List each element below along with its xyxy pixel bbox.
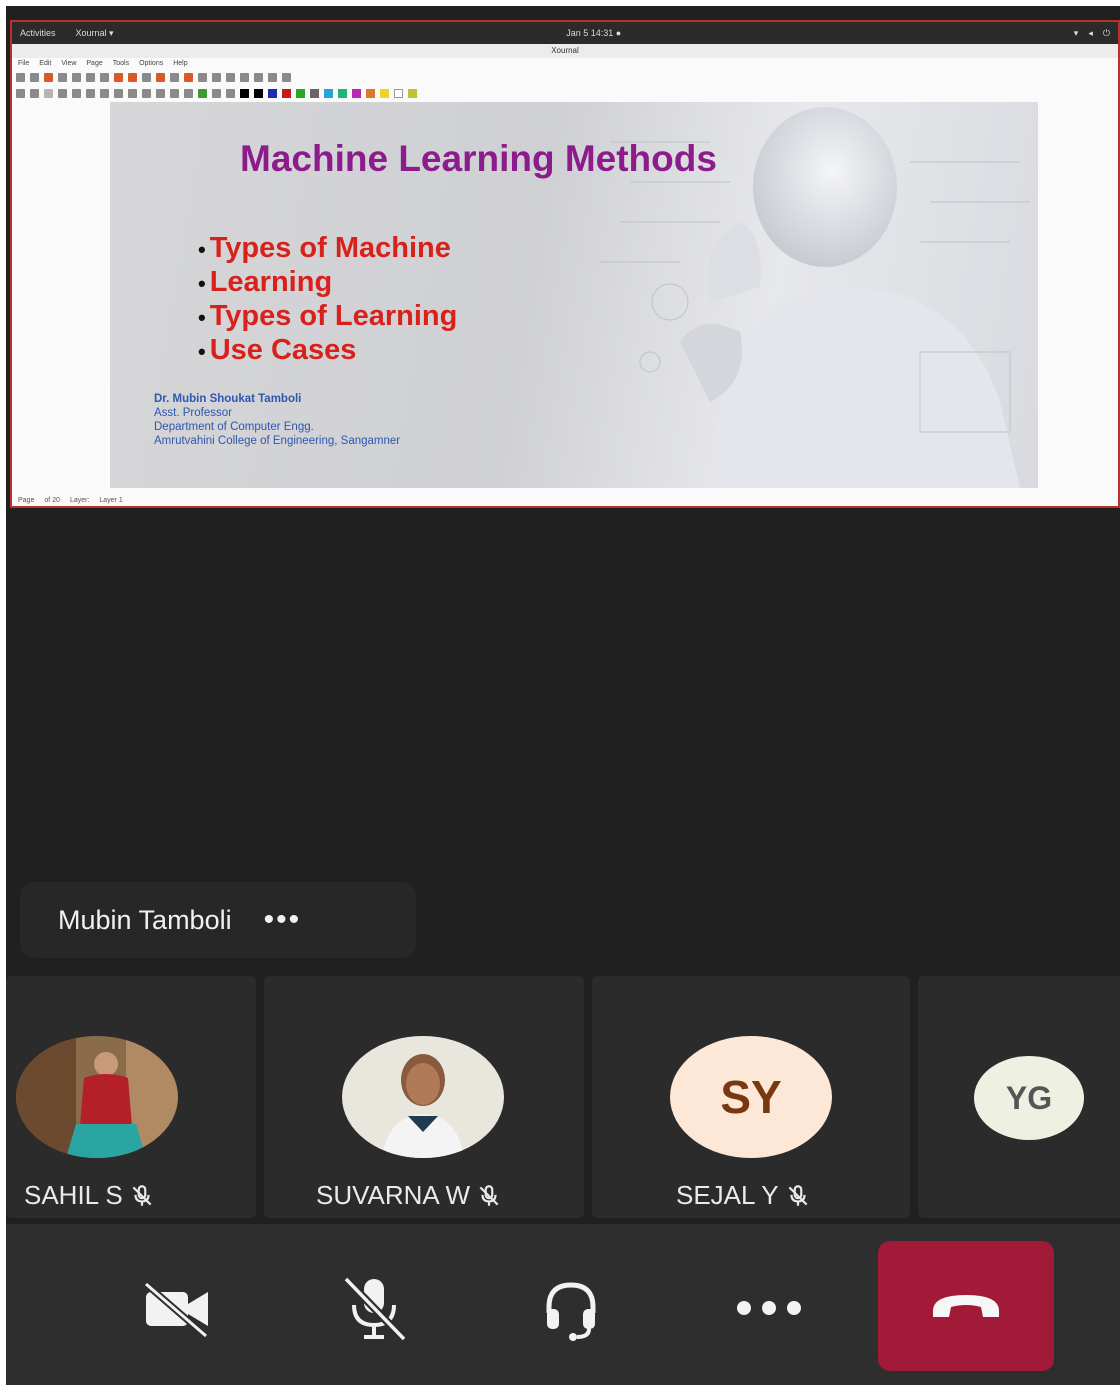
bullet-item: • Types of Learning (198, 300, 458, 332)
participant-initials: SY (720, 1071, 782, 1123)
participant-name: SUVARNA W (316, 1180, 471, 1210)
menu-edit: Edit (39, 60, 52, 67)
participant-name: SAHIL S (24, 1180, 123, 1210)
participant-initials-avatar: SY (670, 1036, 832, 1158)
presentation-slide: Machine Learning Methods • Types of Machi… (110, 102, 1038, 488)
participant-initials: YG (1005, 1079, 1053, 1116)
menu-file: File (18, 60, 30, 67)
app-menubar: File Edit View Page Tools Options Help (12, 58, 1118, 70)
more-horizontal-icon (737, 1301, 801, 1315)
page-of-label: of 20 (44, 497, 60, 504)
author-department: Department of Computer Engg. (154, 421, 314, 433)
menu-page: Page (86, 60, 103, 67)
slide-title: Machine Learning Methods (240, 138, 717, 179)
participant-tile[interactable]: SAHIL S (6, 976, 256, 1218)
system-tray: ▾ ◂ ⏻ (1074, 28, 1110, 39)
shared-screen: Activities Xournal ▾ Jan 5 14:31 ● ▾ ◂ ⏻… (10, 20, 1120, 508)
menu-help: Help (173, 60, 188, 67)
presenter-label[interactable]: Mubin Tamboli ••• (20, 882, 416, 958)
menu-tools: Tools (112, 60, 130, 67)
slide-bullets: • Types of Machine • Learning • Types of Le… (198, 232, 457, 368)
more-horizontal-icon[interactable]: ••• (264, 905, 302, 935)
participant-name-row: SUVARNA W (316, 1180, 502, 1211)
window-title: Xournal (12, 44, 1118, 58)
camera-off-icon (143, 1281, 209, 1339)
page-label: Page (18, 497, 35, 504)
participant-initials-avatar: YG (974, 1056, 1084, 1140)
mic-off-icon (479, 1184, 499, 1206)
app-menu-label: Xournal ▾ (75, 27, 114, 38)
menu-options: Options (139, 60, 164, 67)
participant-strip: SAHIL S SUVARNA W SY SEJAL Y YG (6, 976, 1120, 1218)
call-controls (6, 1224, 1120, 1385)
activities-label: Activities (20, 27, 56, 38)
bullet-item: • Learning (198, 266, 333, 298)
hang-up-icon (933, 1295, 999, 1317)
author-block: Dr. Mubin Shoukat Tamboli Asst. Professo… (154, 392, 400, 448)
app-toolbar-2 (16, 86, 1118, 100)
menu-view: View (61, 60, 77, 67)
author-name: Dr. Mubin Shoukat Tamboli (154, 393, 302, 405)
author-college: Amrutvahini College of Engineering, Sang… (154, 435, 401, 447)
volume-icon: ◂ (1088, 27, 1093, 38)
participant-name: SEJAL Y (676, 1180, 779, 1210)
more-options-button[interactable] (730, 1288, 808, 1328)
network-icon: ▾ (1073, 27, 1079, 38)
os-top-bar: Activities Xournal ▾ Jan 5 14:31 ● ▾ ◂ ⏻ (12, 22, 1118, 44)
hang-up-button[interactable] (878, 1241, 1054, 1371)
author-role: Asst. Professor (154, 407, 232, 419)
participant-avatar (342, 1036, 504, 1158)
participant-avatar (16, 1036, 178, 1158)
mic-off-icon (788, 1184, 808, 1206)
participant-tile[interactable]: YG (918, 976, 1120, 1218)
participant-tile[interactable]: SY SEJAL Y (592, 976, 910, 1218)
mic-off-icon (343, 1276, 407, 1342)
clock-label: Jan 5 14:31 ● (566, 28, 622, 38)
participant-name-row: SEJAL Y (676, 1180, 811, 1211)
layer-label: Layer: (69, 497, 90, 504)
headset-icon (546, 1282, 596, 1341)
layer-value: Layer 1 (99, 497, 123, 504)
participant-name-row: SAHIL S (24, 1180, 155, 1211)
bullet-item: • Types of Machine (198, 232, 451, 264)
power-icon: ⏻ (1102, 27, 1110, 38)
participant-tile[interactable]: SUVARNA W (264, 976, 584, 1218)
app-toolbar-1 (16, 70, 1118, 84)
bullet-item: • Use Cases (198, 334, 357, 366)
mic-toggle-button[interactable] (334, 1270, 414, 1348)
presenter-name: Mubin Tamboli (58, 904, 232, 935)
meeting-window: Activities Xournal ▾ Jan 5 14:31 ● ▾ ◂ ⏻… (6, 6, 1120, 1385)
camera-toggle-button[interactable] (132, 1274, 222, 1344)
audio-button[interactable] (536, 1272, 606, 1348)
mic-off-icon (132, 1184, 152, 1206)
app-status-bar: Page of 20 Layer: Layer 1 (18, 497, 123, 504)
